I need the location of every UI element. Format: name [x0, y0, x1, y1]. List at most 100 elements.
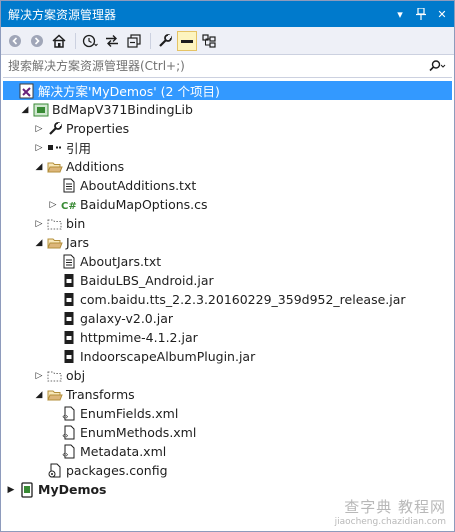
- android-project-icon: [19, 481, 35, 498]
- sync-icon[interactable]: [102, 31, 122, 51]
- tree-item-properties[interactable]: ▷ Properties: [3, 119, 452, 138]
- svg-text:‹›: ‹›: [62, 412, 68, 421]
- search-icon[interactable]: [422, 60, 452, 72]
- tree-item-additions-folder[interactable]: ◢ Additions: [3, 157, 452, 176]
- watermark: 查字典 教程网 jiaocheng.chazidian.com: [335, 496, 446, 527]
- tree-item-jar[interactable]: galaxy-v2.0.jar: [3, 309, 452, 328]
- project-label: BdMapV371BindingLib: [52, 102, 193, 117]
- file-label: httpmime-4.1.2.jar: [80, 330, 198, 345]
- file-label: BaiduMapOptions.cs: [80, 197, 208, 212]
- collapsed-arrow-icon[interactable]: ▷: [47, 195, 59, 214]
- toolbar-separator: [150, 32, 151, 49]
- project-label: MyDemos: [38, 482, 107, 497]
- tree-item-file[interactable]: AboutAdditions.txt: [3, 176, 452, 195]
- properties-wrench-icon[interactable]: [155, 31, 175, 51]
- solution-icon: [19, 83, 35, 99]
- tree-item-file[interactable]: AboutJars.txt: [3, 252, 452, 271]
- jar-file-icon: [61, 292, 77, 308]
- history-icon[interactable]: [80, 31, 100, 51]
- search-input[interactable]: [3, 56, 422, 76]
- tree-item-file[interactable]: packages.config: [3, 461, 452, 480]
- tree-item-jar[interactable]: IndoorscapeAlbumPlugin.jar: [3, 347, 452, 366]
- collapsed-arrow-icon[interactable]: ▶: [5, 480, 17, 499]
- tree-item-jar[interactable]: BaiduLBS_Android.jar: [3, 271, 452, 290]
- file-label: com.baidu.tts_2.2.3.20160229_359d952_rel…: [80, 292, 406, 307]
- expanded-arrow-icon[interactable]: ◢: [19, 100, 31, 119]
- collapsed-arrow-icon[interactable]: ▷: [33, 138, 45, 157]
- expanded-arrow-icon[interactable]: ◢: [33, 157, 45, 176]
- tree-item-project[interactable]: ◢ BdMapV371BindingLib: [3, 100, 452, 119]
- tree-item-jar[interactable]: httpmime-4.1.2.jar: [3, 328, 452, 347]
- references-icon: [47, 140, 63, 156]
- svg-text:‹›: ‹›: [62, 431, 68, 440]
- file-label: IndoorscapeAlbumPlugin.jar: [80, 349, 256, 364]
- tree-item-bin-folder[interactable]: ▷ bin: [3, 214, 452, 233]
- xml-file-icon: ‹›: [61, 406, 77, 422]
- open-folder-icon: [47, 159, 63, 175]
- solution-label: 解决方案'MyDemos' (2 个项目): [38, 84, 220, 99]
- expanded-arrow-icon[interactable]: ◢: [33, 385, 45, 404]
- text-file-icon: [61, 254, 77, 270]
- tree-item-file[interactable]: ▷ C# BaiduMapOptions.cs: [3, 195, 452, 214]
- svg-text:C#: C#: [61, 201, 77, 212]
- solution-tree: 解决方案'MyDemos' (2 个项目) ◢ BdMapV371Binding…: [3, 81, 452, 499]
- file-label: BaiduLBS_Android.jar: [80, 273, 214, 288]
- forward-icon[interactable]: [27, 31, 47, 51]
- jars-label: Jars: [66, 235, 89, 250]
- tree-item-jars-folder[interactable]: ◢ Jars: [3, 233, 452, 252]
- hidden-folder-icon: [47, 216, 63, 232]
- watermark-url: jiaocheng.chazidian.com: [334, 517, 446, 527]
- toolbar: [1, 27, 454, 55]
- file-label: Metadata.xml: [80, 444, 167, 459]
- jar-file-icon: [61, 311, 77, 327]
- wrench-icon: [47, 121, 63, 137]
- show-all-files-icon[interactable]: [177, 30, 197, 51]
- bin-label: bin: [66, 216, 86, 231]
- tree-item-references[interactable]: ▷ 引用: [3, 138, 452, 157]
- tree-item-file[interactable]: ‹› Metadata.xml: [3, 442, 452, 461]
- title-bar: 解决方案资源管理器 ▾ ✕: [1, 1, 454, 27]
- jar-file-icon: [61, 330, 77, 346]
- expanded-arrow-icon[interactable]: ◢: [33, 233, 45, 252]
- collapsed-arrow-icon[interactable]: ▷: [33, 214, 45, 233]
- tree-item-solution[interactable]: 解决方案'MyDemos' (2 个项目): [3, 81, 452, 100]
- csharp-file-icon: C#: [61, 197, 77, 213]
- jar-file-icon: [61, 349, 77, 365]
- home-icon[interactable]: [49, 31, 69, 51]
- tree-item-file[interactable]: ‹› EnumFields.xml: [3, 404, 452, 423]
- search-bar: [3, 55, 452, 78]
- window-title: 解决方案资源管理器: [8, 7, 117, 22]
- project-icon: [33, 102, 49, 118]
- xml-file-icon: ‹›: [61, 444, 77, 460]
- tree-item-file[interactable]: ‹› EnumMethods.xml: [3, 423, 452, 442]
- svg-text:‹›: ‹›: [62, 450, 68, 459]
- collapsed-arrow-icon[interactable]: ▷: [33, 366, 45, 385]
- file-label: EnumMethods.xml: [80, 425, 197, 440]
- solution-explorer-window: 解决方案资源管理器 ▾ ✕ 搜索解决方案资源管理器(Ctrl+;) 解决方案'M…: [0, 0, 455, 532]
- toolbar-separator: [75, 32, 76, 49]
- file-label: AboutJars.txt: [80, 254, 162, 269]
- references-label: 引用: [66, 141, 92, 156]
- hidden-folder-icon: [47, 368, 63, 384]
- jar-file-icon: [61, 273, 77, 289]
- close-icon[interactable]: ✕: [433, 5, 451, 23]
- tree-item-obj-folder[interactable]: ▷ obj: [3, 366, 452, 385]
- collapse-all-icon[interactable]: [124, 31, 144, 51]
- back-icon[interactable]: [5, 31, 25, 51]
- open-folder-icon: [47, 387, 63, 403]
- file-label: galaxy-v2.0.jar: [80, 311, 173, 326]
- class-view-icon[interactable]: [199, 31, 219, 51]
- auto-hide-pin-icon[interactable]: [412, 5, 430, 23]
- pin-dropdown-icon[interactable]: ▾: [391, 5, 409, 23]
- transforms-label: Transforms: [66, 387, 135, 402]
- additions-label: Additions: [66, 159, 125, 174]
- collapsed-arrow-icon[interactable]: ▷: [33, 119, 45, 138]
- file-label: packages.config: [66, 463, 168, 478]
- file-label: AboutAdditions.txt: [80, 178, 197, 193]
- tree-item-transforms-folder[interactable]: ◢ Transforms: [3, 385, 452, 404]
- properties-label: Properties: [66, 121, 130, 136]
- open-folder-icon: [47, 235, 63, 251]
- watermark-title: 查字典 教程网: [344, 498, 446, 516]
- config-file-icon: [47, 463, 63, 479]
- tree-item-jar[interactable]: com.baidu.tts_2.2.3.20160229_359d952_rel…: [3, 290, 452, 309]
